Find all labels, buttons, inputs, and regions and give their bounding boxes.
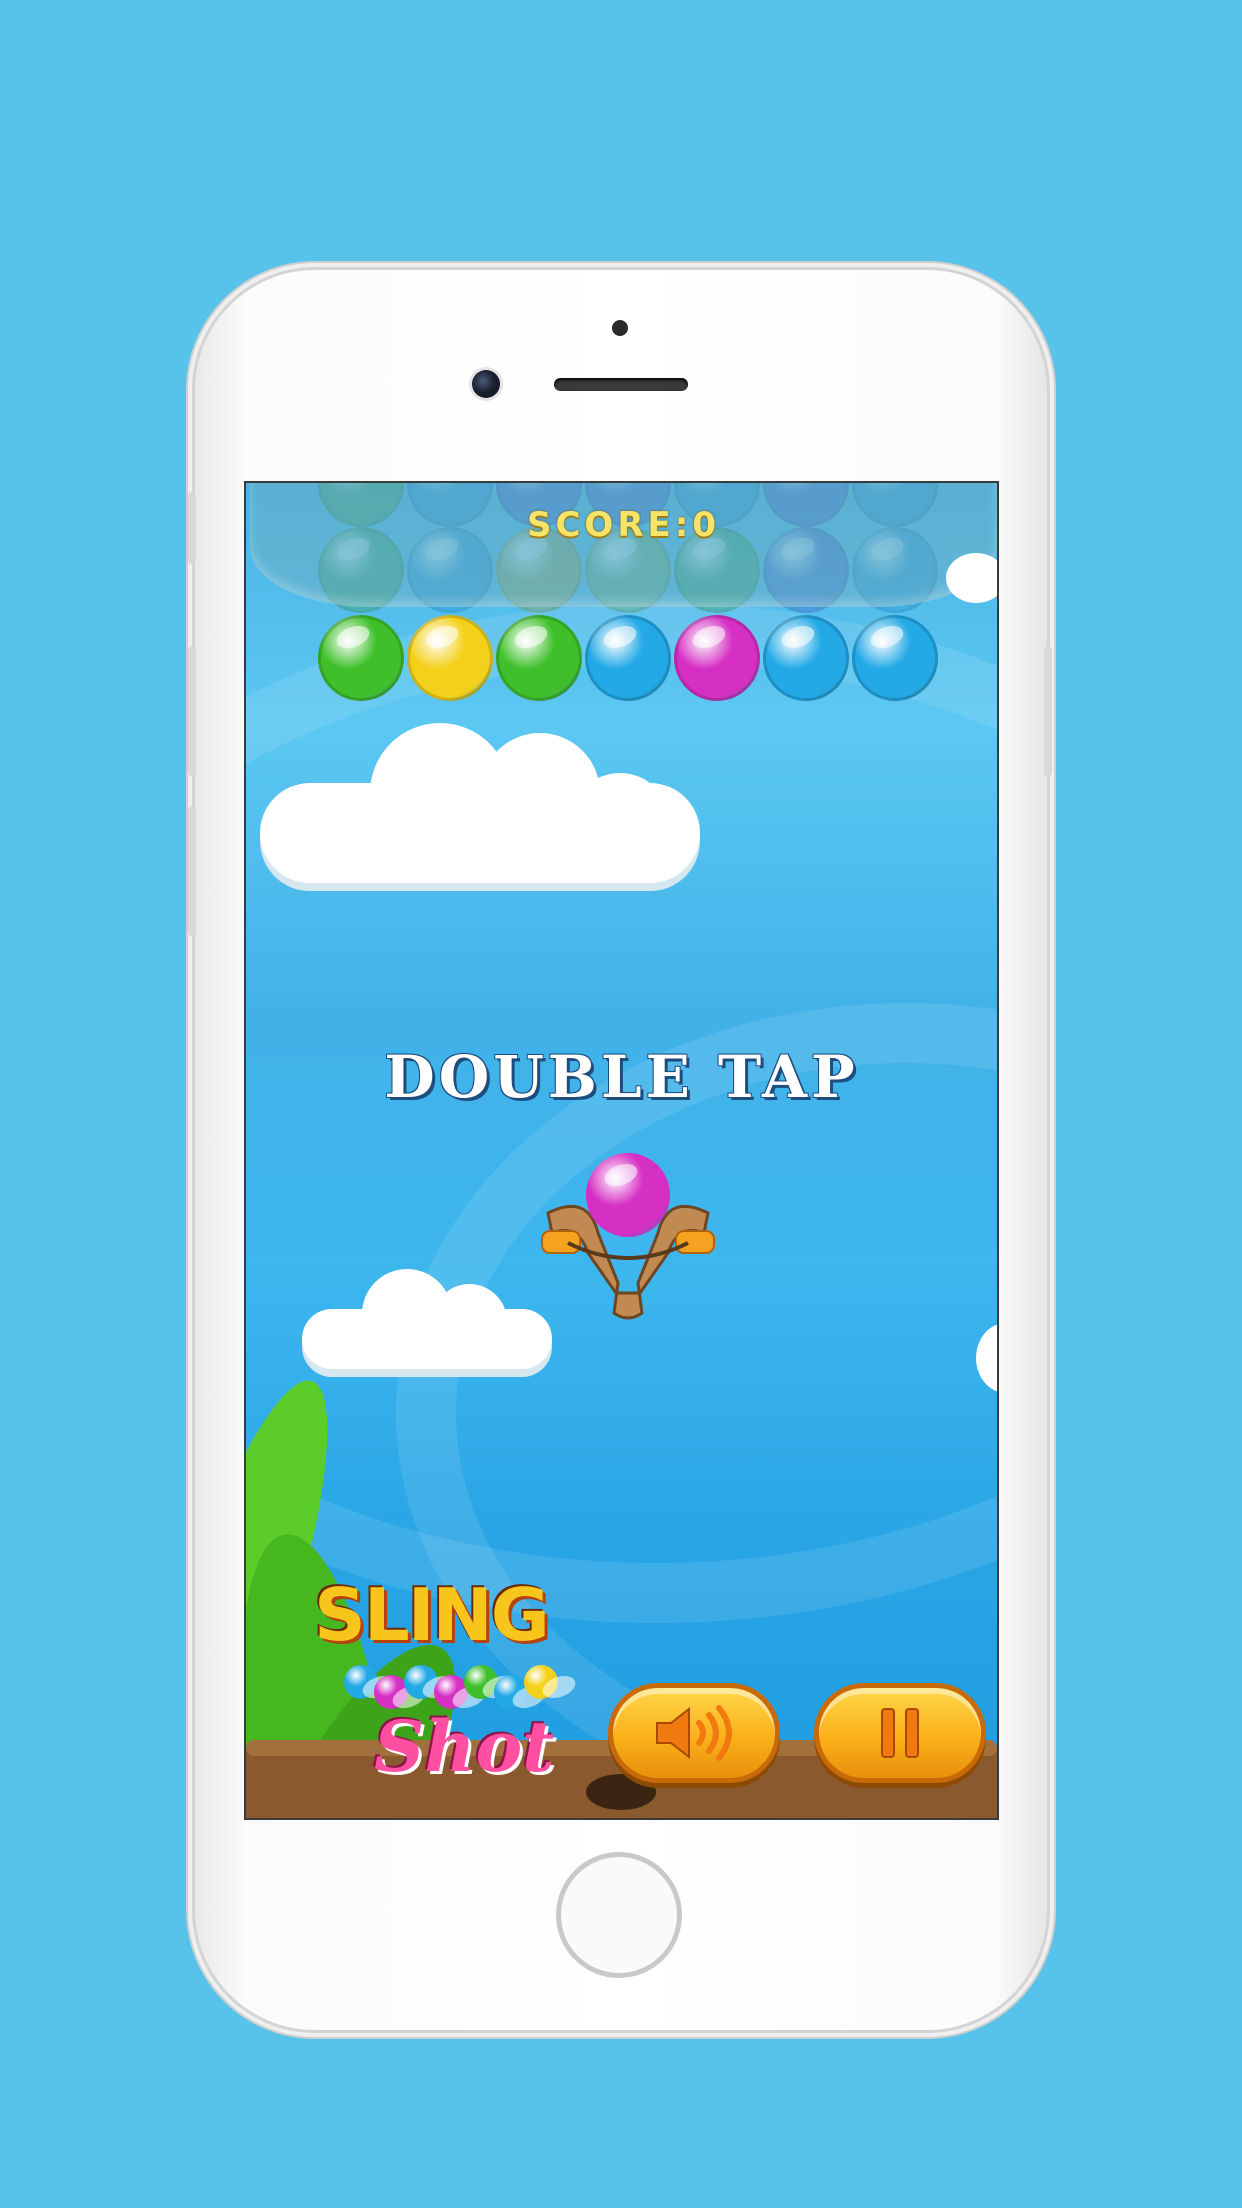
home-button[interactable]: [556, 1852, 682, 1978]
bubble-yellow: [407, 615, 493, 701]
pause-button[interactable]: [814, 1683, 986, 1783]
sling-shot-logo: SLING Shot: [314, 1573, 574, 1803]
front-camera: [472, 370, 500, 398]
bubble-green: [496, 615, 582, 701]
logo-bubble: [374, 1675, 408, 1709]
game-screen[interactable]: SCORE:0 DOUBLE TAP SLING Shot: [244, 481, 999, 1820]
volume-down-button: [188, 806, 196, 936]
bubble-blue: [763, 615, 849, 701]
earpiece-speaker: [554, 378, 688, 391]
bubble-green: [318, 615, 404, 701]
pause-icon: [881, 1708, 919, 1758]
logo-bubble: [464, 1665, 498, 1699]
score-panel: SCORE:0: [250, 483, 997, 607]
bubble-blue: [585, 615, 671, 701]
sound-button[interactable]: [608, 1683, 780, 1783]
logo-bubble: [494, 1675, 528, 1709]
logo-bubble: [404, 1665, 438, 1699]
logo-text-sling: SLING: [314, 1573, 550, 1657]
loaded-bubble: [586, 1153, 670, 1237]
power-button: [1044, 646, 1052, 776]
mute-switch: [188, 492, 196, 564]
logo-bubble: [434, 1675, 468, 1709]
proximity-sensor: [612, 320, 628, 336]
cloud: [302, 1269, 562, 1389]
bubble-blue: [852, 615, 938, 701]
score-label: SCORE:0: [526, 505, 720, 545]
bubble-magenta: [674, 615, 760, 701]
double-tap-prompt: DOUBLE TAP: [384, 1043, 859, 1111]
sound-on-icon: [656, 1705, 732, 1761]
logo-bubble: [344, 1665, 378, 1699]
logo-text-shot: Shot: [374, 1705, 555, 1788]
cloud: [976, 1323, 997, 1403]
cloud: [946, 553, 997, 603]
volume-up-button: [188, 646, 196, 776]
cloud: [260, 713, 710, 903]
logo-bubble: [524, 1665, 558, 1699]
